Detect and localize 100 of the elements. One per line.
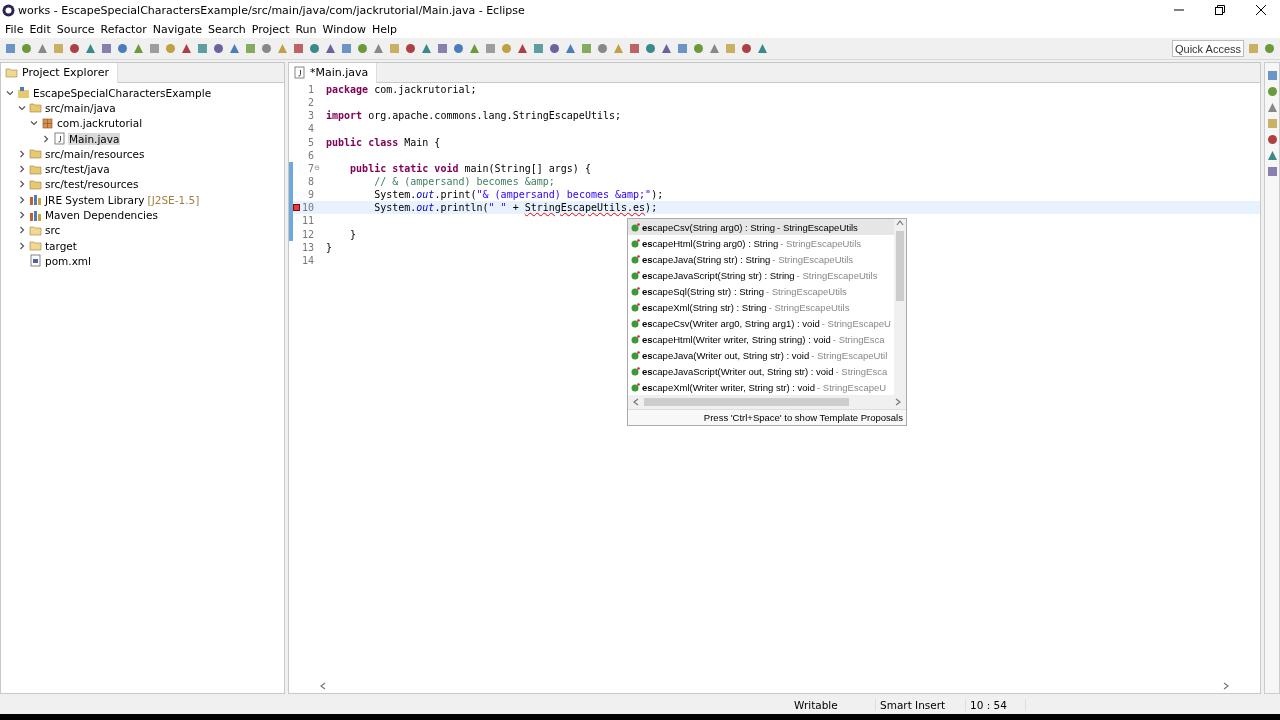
tree-item[interactable]: src/main/resources [44, 147, 146, 160]
toolbar-icon[interactable] [308, 42, 321, 55]
toolbar-icon[interactable] [4, 42, 17, 55]
menu-item[interactable]: Refactor [97, 22, 150, 36]
toolbar-icon[interactable] [452, 42, 465, 55]
toolbar-icon[interactable] [324, 42, 337, 55]
toolbar-icon[interactable] [100, 42, 113, 55]
toolbar-icon[interactable] [468, 42, 481, 55]
library-icon [29, 208, 42, 222]
toolbar-icon[interactable] [292, 42, 305, 55]
tree-item[interactable]: src/test/java [44, 163, 111, 176]
toolbar-icon[interactable] [436, 42, 449, 55]
toolbar-icon[interactable] [196, 42, 209, 55]
toolbar-icon[interactable] [228, 42, 241, 55]
toolbar-icon[interactable] [532, 42, 545, 55]
menu-item[interactable]: Navigate [149, 22, 205, 36]
toolbar-icon[interactable] [708, 42, 721, 55]
line-number: 9 [306, 189, 314, 201]
folder-icon [29, 223, 42, 237]
menu-item[interactable]: Help [368, 22, 400, 36]
toolbar-icon[interactable] [612, 42, 625, 55]
menu-item[interactable]: Edit [26, 22, 54, 36]
tree-item[interactable]: EscapeSpecialCharactersExample [32, 86, 213, 99]
editor-tab[interactable]: *Main.java [289, 62, 378, 83]
status-item: 10 : 54 [966, 699, 1026, 711]
toolbar-icon[interactable] [484, 42, 497, 55]
toolbar-icon[interactable] [596, 42, 609, 55]
chevron-right-icon[interactable] [17, 210, 27, 220]
tree-item[interactable]: pom.xml [44, 254, 92, 267]
toolbar-icon[interactable] [180, 42, 193, 55]
menu-item[interactable]: File [2, 22, 27, 36]
toolbar-icon[interactable] [260, 42, 273, 55]
toolbar-icon[interactable] [212, 42, 225, 55]
toolbar-icon[interactable] [756, 42, 769, 55]
tree-item[interactable]: src/test/resources [44, 178, 140, 191]
toolbar-icon[interactable] [692, 42, 705, 55]
chevron-right-icon[interactable] [17, 194, 27, 205]
toolbar-icon[interactable] [628, 42, 641, 55]
line-number: 10 [300, 202, 314, 214]
toolbar-icon[interactable] [644, 42, 657, 55]
method-icon [631, 286, 640, 296]
chevron-right-icon[interactable] [17, 179, 27, 190]
toolbar-icon[interactable] [564, 42, 577, 55]
toolbar-icon[interactable] [516, 42, 529, 55]
menu-item[interactable]: Project [248, 22, 293, 36]
method-icon [631, 382, 640, 392]
toolbar-icon[interactable] [116, 42, 129, 55]
toolbar-icon[interactable] [36, 42, 49, 55]
project-explorer-tab[interactable]: Project Explorer [1, 62, 118, 83]
method-icon [631, 270, 640, 280]
chevron-right-icon[interactable] [17, 164, 27, 175]
toolbar-icon[interactable] [84, 42, 97, 55]
toolbar-icon[interactable] [1265, 133, 1279, 146]
horizontal-scrollbar[interactable] [628, 395, 906, 409]
toolbar-icon[interactable] [580, 42, 593, 55]
toolbar-icon[interactable] [340, 42, 353, 55]
toolbar-icon[interactable] [1265, 69, 1279, 82]
toolbar-icon[interactable] [68, 42, 81, 55]
chevron-right-icon[interactable] [17, 240, 27, 251]
menu-item[interactable]: Source [53, 22, 98, 36]
toolbar-icon[interactable] [148, 42, 161, 55]
close-icon[interactable] [1256, 5, 1266, 15]
chevron-right-icon[interactable] [17, 148, 27, 159]
tree-item[interactable]: src [44, 224, 62, 237]
line-number: 3 [306, 110, 314, 122]
chevron-right-icon[interactable] [41, 133, 51, 144]
quick-access-field[interactable]: Quick Access [1172, 40, 1244, 57]
tree-item[interactable]: Maven Dependencies [44, 209, 159, 221]
toolbar-icon[interactable] [740, 42, 753, 55]
toolbar-icon[interactable] [1263, 42, 1276, 55]
line-number: 2 [306, 97, 314, 109]
toolbar-icon[interactable] [356, 42, 369, 55]
method-icon [631, 222, 640, 232]
toolbar-icon[interactable] [1265, 165, 1279, 178]
toolbar-icon[interactable] [1265, 85, 1279, 98]
toolbar-icon[interactable] [276, 42, 289, 55]
tree-item[interactable]: target [44, 239, 78, 252]
toolbar-icon[interactable] [1265, 101, 1279, 114]
tree-item[interactable]: JRE System Library [44, 193, 146, 206]
toolbar-icon[interactable] [1265, 149, 1279, 162]
toolbar-icon[interactable] [676, 42, 689, 55]
toolbar-icon[interactable] [420, 42, 433, 55]
menu-item[interactable]: Search [205, 22, 249, 36]
restore-icon[interactable] [1215, 5, 1225, 15]
toolbar-icon[interactable] [164, 42, 177, 55]
toolbar-icon[interactable] [660, 42, 673, 55]
toolbar-icon[interactable] [20, 42, 33, 55]
proposal-item[interactable]: escapeCsv(String arg0) : String - StringEscapeUtils [628, 219, 894, 235]
toolbar-icon[interactable] [372, 42, 385, 55]
menu-item[interactable]: Window [319, 22, 369, 36]
toolbar-icon[interactable] [404, 42, 417, 55]
chevron-right-icon[interactable] [17, 225, 27, 236]
toolbar-icon[interactable] [244, 42, 257, 55]
toolbar-icon[interactable] [500, 42, 513, 55]
tree-item[interactable]: src/main/java [44, 101, 117, 114]
tree-item[interactable]: com.jackrutorial [56, 117, 144, 130]
menu-item[interactable]: Run [292, 22, 320, 36]
toolbar-icon[interactable] [548, 42, 561, 55]
toolbar-icon[interactable] [132, 42, 145, 55]
tree-item[interactable]: Main.java [68, 132, 121, 145]
